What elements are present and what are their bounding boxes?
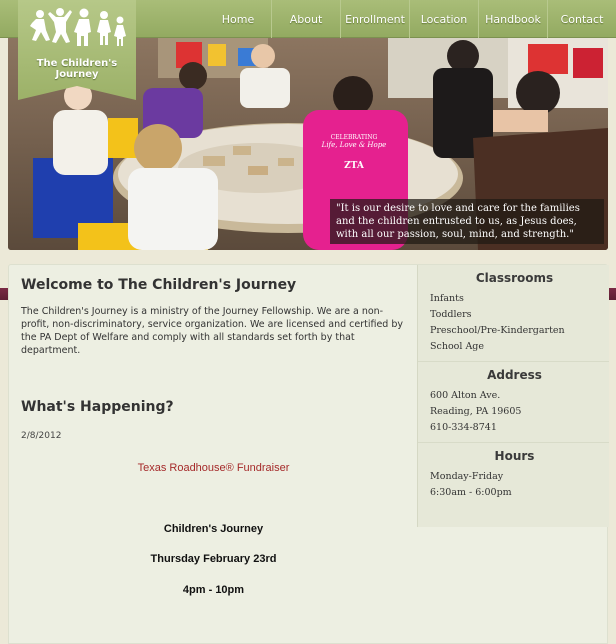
welcome-paragraph: The Children's Journey is a ministry of … bbox=[21, 306, 404, 356]
happening-heading: What's Happening? bbox=[21, 399, 174, 415]
event-host: Children's Journey bbox=[163, 523, 264, 535]
nav-home[interactable]: Home bbox=[205, 0, 271, 38]
site-logo[interactable]: The Children's Journey bbox=[18, 0, 136, 100]
shirt-text-celebrating: CELEBRATING bbox=[330, 134, 378, 141]
main-nav: Home About Enrollment Location Handbook … bbox=[205, 0, 616, 38]
nav-contact[interactable]: Contact bbox=[547, 0, 616, 38]
hours-times: 6:30am - 6:00pm bbox=[430, 487, 512, 498]
nav-enrollment[interactable]: Enrollment bbox=[340, 0, 409, 38]
nav-location[interactable]: Location bbox=[409, 0, 478, 38]
nav-about[interactable]: About bbox=[271, 0, 340, 38]
shirt-text-life-love-hope: Life, Love & Hope bbox=[321, 141, 387, 149]
fundraiser-link[interactable]: Texas Roadhouse® Fundraiser bbox=[21, 462, 406, 474]
content-panel: Welcome to The Children's Journey The Ch… bbox=[8, 264, 609, 644]
welcome-heading: Welcome to The Children's Journey bbox=[21, 277, 297, 293]
hours-days: Monday-Friday bbox=[430, 471, 504, 482]
classrooms-heading: Classrooms bbox=[475, 271, 554, 285]
logo-name: The Children's Journey bbox=[36, 58, 118, 80]
shirt-text-zta: ZTA bbox=[344, 161, 364, 171]
classrooms-section: Classrooms Infants Toddlers Preschool/Pr… bbox=[418, 265, 609, 362]
classroom-preschool[interactable]: Preschool/Pre-Kindergarten bbox=[430, 323, 599, 339]
classroom-toddlers[interactable]: Toddlers bbox=[430, 307, 599, 323]
address-phone: 610-334-8741 bbox=[430, 422, 497, 433]
address-heading: Address bbox=[487, 368, 542, 382]
address-street: 600 Alton Ave. bbox=[430, 390, 501, 401]
hours-section: Hours Monday-Friday 6:30am - 6:00pm bbox=[418, 443, 609, 507]
address-section: Address 600 Alton Ave. Reading, PA 19605… bbox=[418, 362, 609, 443]
children-silhouette-icon bbox=[30, 8, 126, 46]
post-date: 2/8/2012 bbox=[21, 431, 62, 441]
nav-handbook[interactable]: Handbook bbox=[478, 0, 547, 38]
event-date: Thursday February 23rd bbox=[150, 553, 277, 565]
hours-heading: Hours bbox=[494, 449, 535, 463]
address-city: Reading, PA 19605 bbox=[430, 406, 522, 417]
main-column: Welcome to The Children's Journey The Ch… bbox=[21, 277, 411, 357]
event-time: 4pm - 10pm bbox=[182, 584, 245, 596]
shirt-print: CELEBRATING Life, Love & Hope ZTA bbox=[314, 134, 394, 171]
classroom-school-age[interactable]: School Age bbox=[430, 339, 599, 355]
classroom-infants[interactable]: Infants bbox=[430, 291, 599, 307]
mission-quote: "It is our desire to love and care for t… bbox=[330, 199, 604, 244]
sidebar: Classrooms Infants Toddlers Preschool/Pr… bbox=[417, 265, 609, 527]
